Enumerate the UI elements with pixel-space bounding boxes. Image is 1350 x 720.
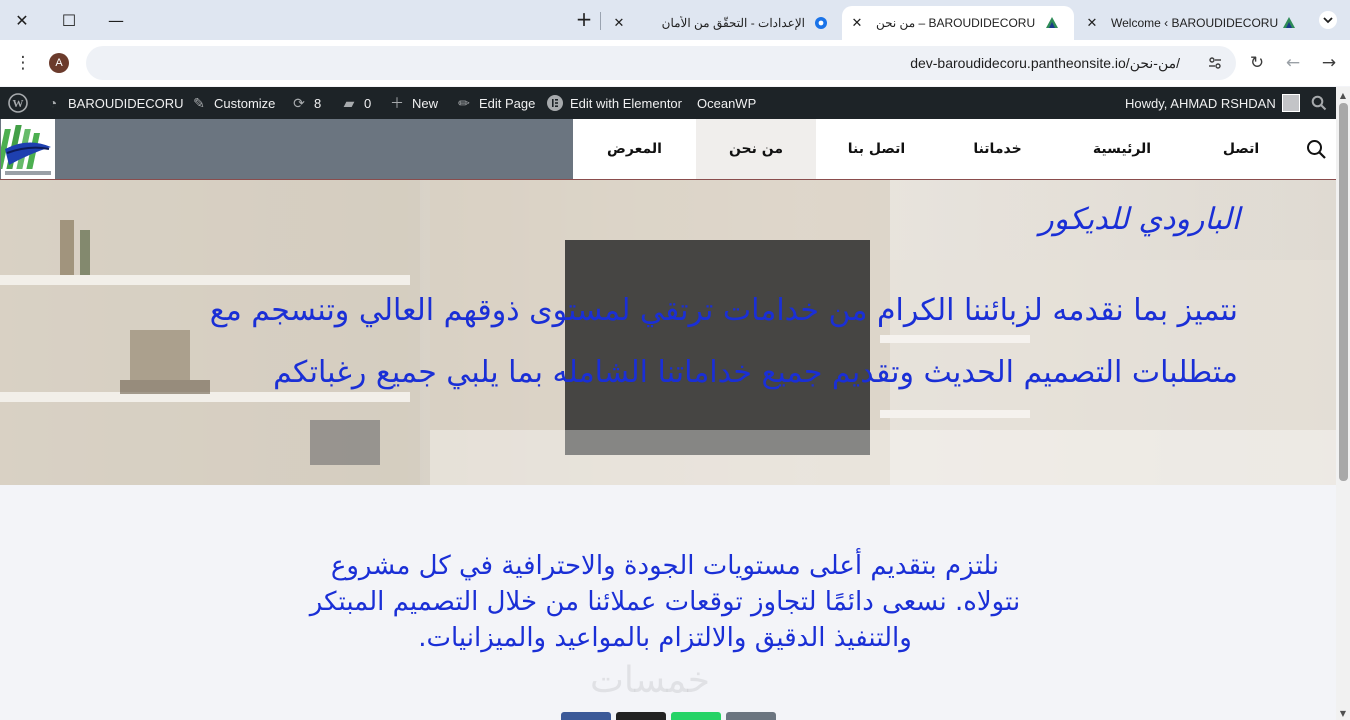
reload-icon[interactable]: ↻ (1244, 50, 1270, 76)
nav-search-icon[interactable] (1296, 119, 1336, 179)
elementor-icon (546, 94, 564, 112)
hero-description: نتميز بما نقدمه لزبائننا الكرام من خداما… (209, 293, 1238, 390)
comment-bubble-icon: ▰ (343, 94, 355, 111)
window-minimize-icon[interactable]: — (94, 5, 138, 35)
watermark-text: خمسات (590, 660, 711, 701)
tab-close-icon[interactable]: ✕ (1083, 14, 1101, 32)
scrollbar-thumb[interactable] (1339, 103, 1348, 481)
share-facebook-button[interactable] (561, 712, 611, 720)
nav-item-about-us[interactable]: من نحن (696, 119, 816, 179)
site-logo-icon (1044, 15, 1060, 31)
tab-title: من نحن – BAROUDIDECORU (876, 16, 1036, 30)
nav-item-contact-us[interactable]: اتصل بنا (816, 119, 937, 179)
tab-title: الإعدادات - التحقّق من الأمان (661, 16, 805, 30)
admin-search-icon[interactable] (1311, 87, 1327, 119)
oceanwp-label: OceanWP (697, 95, 757, 111)
site-name-label: BAROUDIDECORU (68, 95, 184, 111)
browser-tab-strip: ✕ ☐ — + ✕ الإعدادات - التحقّق من الأمان … (0, 0, 1350, 40)
comments-count: 0 (364, 95, 372, 111)
browser-toolbar: ⋮ ☆ dev-baroudidecoru.pantheonsite.io/من… (0, 40, 1350, 86)
plus-icon: ＋ (390, 95, 404, 111)
site-info-icon[interactable] (1202, 50, 1228, 76)
url-text: dev-baroudidecoru.pantheonsite.io/من-نحن… (910, 55, 1180, 71)
admin-customize[interactable]: ✎ Customize (190, 87, 275, 119)
pencil-icon: ✏ (458, 94, 470, 111)
admin-account[interactable]: Howdy, AHMAD RSHDAN (1125, 87, 1300, 119)
tab-title: Welcome ‹ BAROUDIDECORU — (1111, 16, 1281, 30)
admin-comments[interactable]: ▰ 0 (340, 87, 372, 119)
share-whatsapp-button[interactable] (671, 712, 721, 720)
tab-welcome[interactable]: ✕ Welcome ‹ BAROUDIDECORU — (1077, 6, 1309, 40)
nav-item-contact[interactable]: اتصل (1186, 119, 1296, 179)
wp-admin-bar: W ◔ BAROUDIDECORU ✎ Customize ⟳ 8 ▰ 0 ＋ … (0, 87, 1350, 119)
nav-item-services[interactable]: خدماتنا (937, 119, 1058, 179)
updates-icon: ⟳ (293, 94, 305, 111)
address-bar[interactable]: dev-baroudidecoru.pantheonsite.io/من-نحن… (86, 46, 1236, 80)
tab-search-icon[interactable] (1312, 5, 1344, 35)
new-tab-icon[interactable]: + (573, 7, 595, 31)
tab-about-us[interactable]: ✕ من نحن – BAROUDIDECORU (842, 6, 1074, 40)
hero-title: البارودي للديكور (1039, 202, 1240, 237)
customize-label: Customize (214, 95, 276, 111)
brush-icon: ✎ (193, 94, 205, 111)
scroll-down-icon[interactable]: ▼ (1338, 708, 1348, 718)
svg-text:W: W (13, 98, 24, 110)
site-header: اتصل الرئيسية خدماتنا اتصل بنا من نحن ال… (0, 119, 1336, 180)
admin-oceanwp[interactable]: OceanWP (697, 87, 756, 119)
wordpress-logo-icon[interactable]: W (8, 87, 28, 119)
admin-edit-elementor[interactable]: Edit with Elementor (546, 87, 682, 119)
tab-close-icon[interactable]: ✕ (848, 14, 866, 32)
nav-item-gallery[interactable]: المعرض (573, 119, 696, 179)
tab-close-icon[interactable]: ✕ (610, 14, 628, 32)
dashboard-icon: ◔ (48, 95, 58, 111)
new-label: New (412, 95, 439, 111)
window-close-icon[interactable]: ✕ (0, 5, 44, 35)
updates-count: 8 (314, 95, 322, 111)
settings-gear-icon (813, 15, 829, 31)
mission-statement: نلتزم بتقديم أعلى مستويات الجودة والاحتر… (309, 551, 1021, 653)
hero-banner: البارودي للديكور نتميز بما نقدمه لزبائنن… (0, 180, 1336, 485)
scroll-up-icon[interactable]: ▲ (1338, 90, 1348, 100)
share-more-button[interactable] (726, 712, 776, 720)
share-x-button[interactable] (616, 712, 666, 720)
profile-avatar[interactable]: A (49, 53, 69, 73)
back-arrow-icon[interactable]: ← (1280, 50, 1306, 76)
admin-site-name[interactable]: ◔ BAROUDIDECORU (44, 87, 184, 119)
edit-page-label: Edit Page (479, 95, 536, 111)
site-logo[interactable] (0, 119, 55, 179)
site-logo-icon (1281, 15, 1297, 31)
edit-elementor-label: Edit with Elementor (570, 95, 682, 111)
admin-new[interactable]: ＋ New (388, 87, 438, 119)
tab-settings[interactable]: ✕ الإعدادات - التحقّق من الأمان (603, 6, 839, 40)
howdy-label: Howdy, AHMAD RSHDAN (1125, 95, 1276, 111)
admin-updates[interactable]: ⟳ 8 (290, 87, 321, 119)
tab-separator (600, 12, 601, 30)
forward-arrow-icon[interactable]: → (1316, 50, 1342, 76)
window-maximize-icon[interactable]: ☐ (47, 5, 91, 35)
admin-edit-page[interactable]: ✏ Edit Page (455, 87, 535, 119)
user-avatar (1281, 94, 1300, 112)
nav-item-home[interactable]: الرئيسية (1058, 119, 1186, 179)
browser-menu-icon[interactable]: ⋮ (10, 50, 36, 76)
